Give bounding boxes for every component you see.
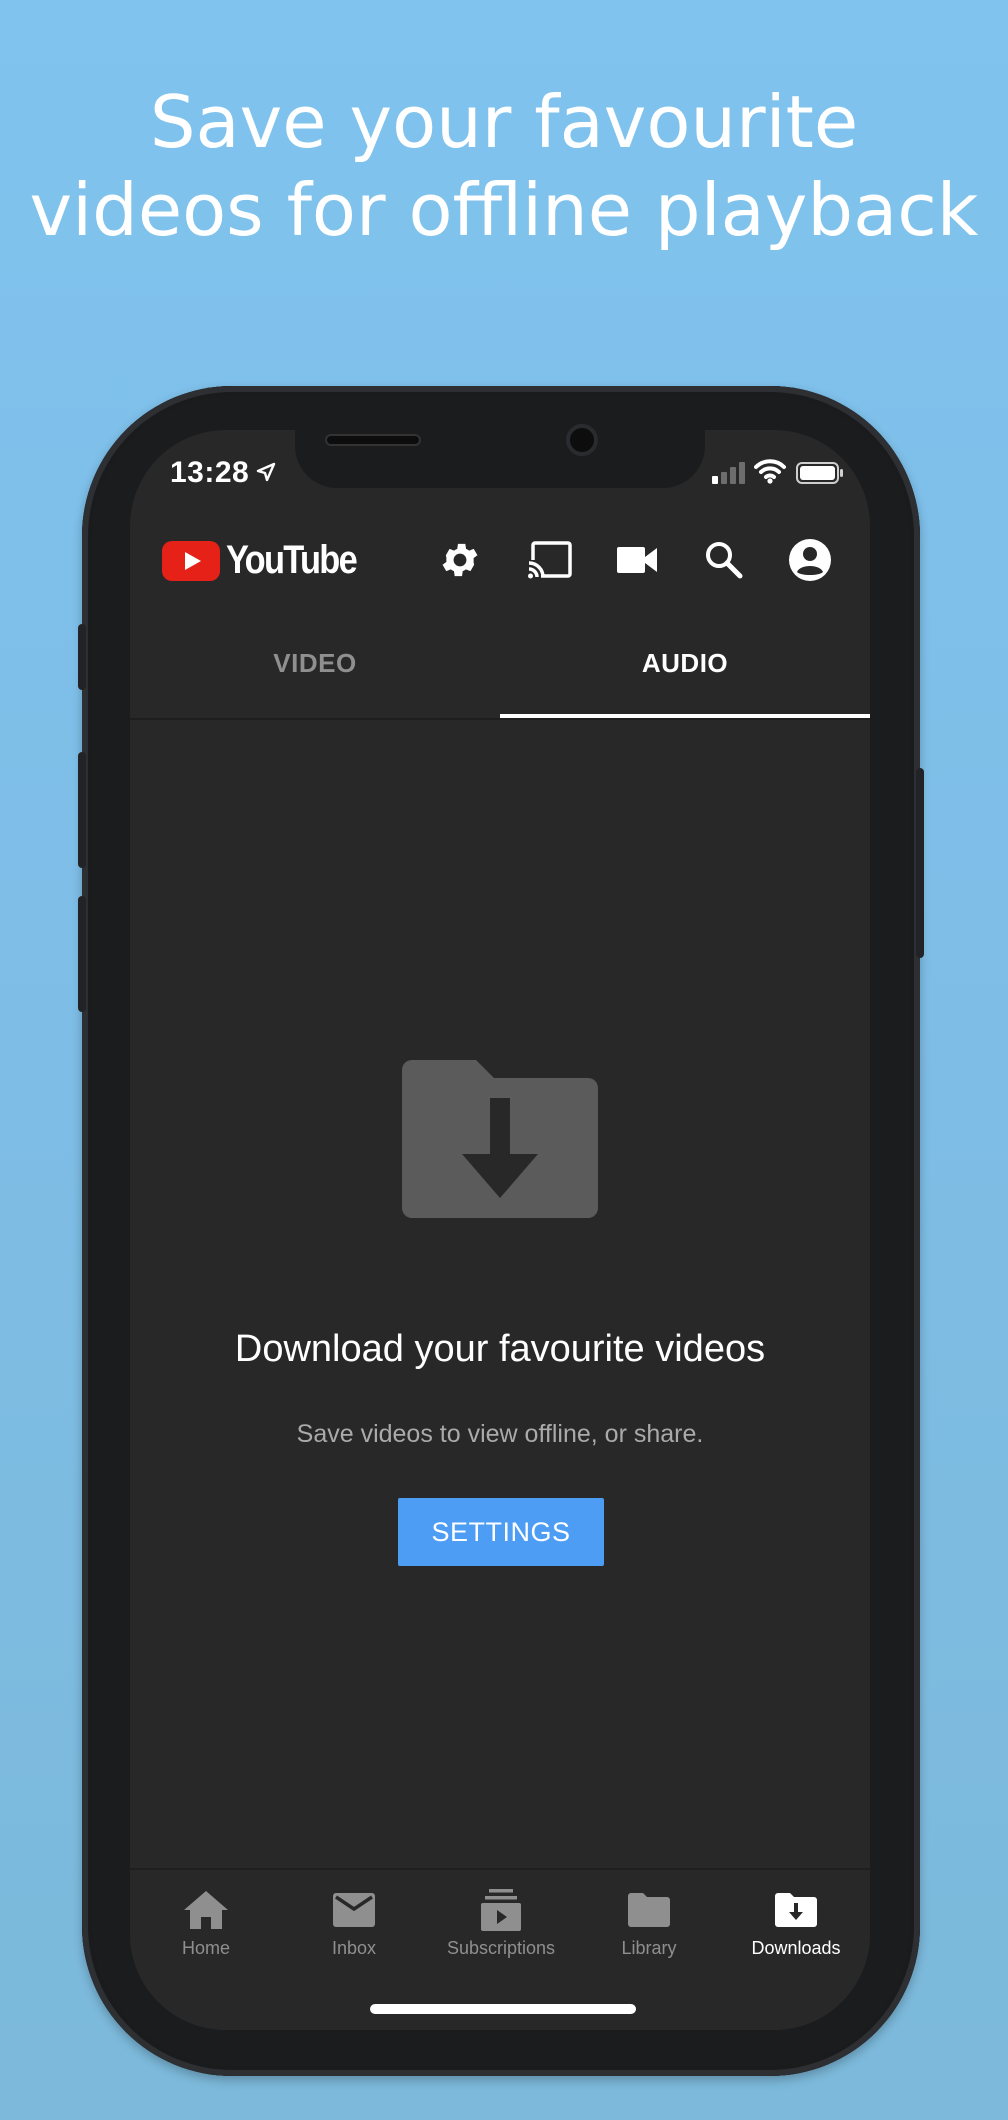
phone-speaker	[325, 434, 421, 446]
tab-audio[interactable]: AUDIO	[500, 608, 870, 718]
status-time: 13:28	[170, 456, 250, 489]
battery-icon	[796, 462, 843, 484]
location-arrow-icon	[256, 462, 276, 482]
tab-video[interactable]: VIDEO	[130, 608, 500, 718]
nav-item-subscriptions[interactable]: Subscriptions	[427, 1884, 575, 1974]
download-folder-icon	[775, 1893, 817, 1927]
wifi-icon	[754, 459, 786, 484]
mail-icon	[333, 1893, 375, 1927]
nav-item-library[interactable]: Library	[575, 1884, 723, 1974]
cellular-signal-icon	[712, 462, 745, 484]
account-icon[interactable]	[786, 536, 834, 584]
media-tabs: VIDEO AUDIO	[130, 608, 870, 720]
youtube-play-icon	[162, 540, 220, 581]
promo-headline-line2: videos for offline playback	[29, 168, 979, 252]
nav-label-library: Library	[621, 1938, 677, 1958]
home-icon	[184, 1891, 228, 1929]
folder-icon	[628, 1893, 670, 1927]
video-camera-icon[interactable]	[614, 536, 662, 584]
nav-label-downloads: Downloads	[751, 1938, 841, 1958]
promo-headline: Save your favourite videos for offline p…	[0, 78, 1008, 254]
phone-screen: 13:28 YouTube VIDEO AUDIO Download your …	[130, 430, 870, 2030]
cast-icon[interactable]	[526, 536, 574, 584]
nav-label-subscriptions: Subscriptions	[446, 1938, 556, 1958]
youtube-logo-text: YouTube	[226, 538, 358, 582]
nav-item-downloads[interactable]: Downloads	[722, 1884, 870, 1974]
phone-silent-switch	[78, 624, 86, 690]
phone-power-button	[916, 768, 924, 958]
nav-label-inbox: Inbox	[331, 1938, 377, 1958]
settings-gear-icon[interactable]	[436, 536, 484, 584]
home-indicator[interactable]	[370, 2004, 636, 2014]
youtube-logo[interactable]: YouTube	[162, 538, 377, 583]
phone-front-camera	[566, 424, 598, 456]
download-folder-icon	[402, 1060, 598, 1218]
nav-item-home[interactable]: Home	[132, 1884, 280, 1974]
empty-state-title: Download your favourite videos	[234, 1328, 766, 1370]
promo-headline-line1: Save your favourite	[149, 80, 859, 164]
phone-volume-down-button	[78, 896, 86, 1012]
nav-label-home: Home	[181, 1938, 230, 1958]
tabs-divider	[130, 718, 870, 720]
settings-button[interactable]: SETTINGS	[398, 1498, 604, 1566]
search-icon[interactable]	[700, 536, 748, 584]
nav-item-inbox[interactable]: Inbox	[280, 1884, 428, 1974]
empty-state-subtitle: Save videos to view offline, or share.	[296, 1420, 704, 1448]
subscriptions-icon	[481, 1889, 521, 1931]
phone-volume-up-button	[78, 752, 86, 868]
